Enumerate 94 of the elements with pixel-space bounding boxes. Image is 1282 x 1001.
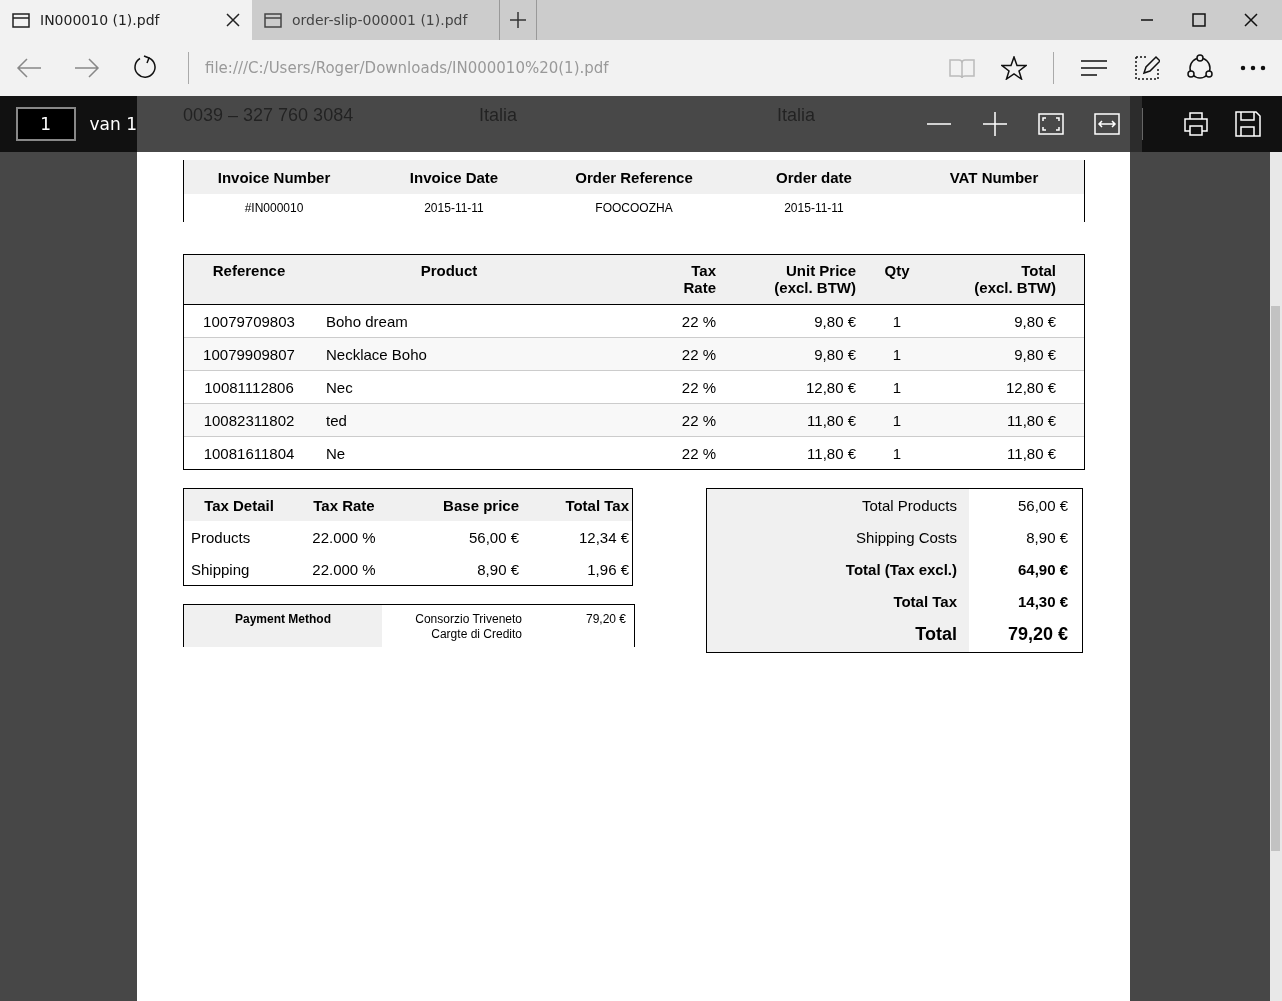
total-label: Shipping Costs — [856, 528, 957, 546]
table-cell-text: Nec — [325, 378, 354, 396]
table-cell-text: 22.000 % — [311, 528, 377, 546]
table-cell-text: 1 — [891, 411, 903, 429]
table-cell-text: 22 % — [680, 378, 717, 396]
table-cell-text: FOOCOOZHA — [594, 201, 674, 215]
tab-page-icon[interactable] — [12, 11, 30, 29]
payment-method: Cargte di Credito — [431, 627, 522, 642]
total-value: 14,30 € — [1016, 592, 1069, 610]
table-cell-text: 2015-11-11 — [423, 201, 485, 215]
table-cell-text: 10081112806 — [203, 378, 295, 396]
table-cell-text: 22 % — [680, 345, 717, 363]
table-cell-text: 10081611804 — [202, 444, 296, 462]
table-cell-text: Ne — [325, 444, 347, 462]
table-cell-text: 9,80 € — [813, 312, 857, 330]
total-label: Total — [915, 624, 957, 645]
table-cell-text: 22.000 % — [311, 560, 377, 578]
table-cell-text: 10079709803 — [202, 312, 296, 330]
table-cell-text: #IN000010 — [243, 201, 305, 215]
table-cell-text: ted — [325, 411, 348, 429]
column-header: Total Tax — [564, 496, 629, 514]
refresh-icon[interactable] — [132, 55, 158, 81]
column-header: Tax Detail — [203, 496, 275, 514]
payment-label: Payment Method — [184, 605, 382, 647]
print-icon[interactable] — [1183, 111, 1209, 137]
table-cell-text: 8,90 € — [476, 560, 519, 578]
table-cell-text: Necklace Boho — [325, 345, 428, 363]
column-header: Reference — [211, 262, 287, 281]
column-header: Tax Rate — [682, 262, 717, 298]
column-header: Order date — [775, 168, 853, 186]
close-icon[interactable] — [226, 13, 240, 27]
table-cell-text: 11,80 € — [1006, 411, 1057, 429]
column-header: Invoice Number — [216, 168, 332, 186]
tab-page-icon[interactable] — [264, 11, 282, 29]
table-cell-text: 56,00 € — [467, 528, 519, 546]
table-cell-text: Products — [190, 528, 252, 546]
column-header: Base price — [442, 496, 519, 514]
column-header: Total (excl. BTW) — [973, 262, 1057, 298]
table-cell-text: 22 % — [680, 411, 717, 429]
table-cell-text: 1 — [891, 444, 903, 462]
back-icon[interactable] — [16, 58, 42, 78]
table-cell-text: 9,80 € — [813, 345, 857, 363]
column-header: Qty — [883, 262, 911, 281]
total-value: 8,90 € — [1025, 528, 1069, 546]
column-header: VAT Number — [948, 168, 1040, 186]
table-cell-text: 11,80 € — [806, 411, 857, 429]
note-pen-icon[interactable] — [1134, 55, 1160, 81]
total-value: 56,00 € — [1016, 496, 1069, 514]
table-cell-text: Shipping — [190, 560, 251, 578]
table-cell-text: 11,80 € — [806, 444, 857, 462]
fit-page-icon[interactable] — [1038, 113, 1064, 135]
forward-icon[interactable] — [74, 58, 100, 78]
table-cell-text: 2015-11-11 — [783, 201, 845, 215]
close-icon[interactable] — [1244, 13, 1258, 27]
total-value: 64,90 € — [1016, 560, 1069, 578]
column-header: Invoice Date — [408, 168, 500, 186]
table-cell-text: 10079909807 — [202, 345, 296, 363]
plus-icon[interactable] — [509, 11, 527, 29]
column-header: Tax Rate — [312, 496, 376, 514]
total-label: Total Tax — [893, 592, 957, 610]
table-cell-text: 9,80 € — [1013, 345, 1057, 363]
table-cell-text: 11,80 € — [1006, 444, 1057, 462]
zoom-in-icon[interactable] — [982, 111, 1008, 137]
fit-width-icon[interactable] — [1094, 113, 1120, 135]
browser-tab[interactable]: IN000010 (1).pdf — [0, 0, 252, 40]
payment-method: Consorzio Triveneto — [415, 612, 522, 627]
column-header: Product — [419, 262, 479, 281]
star-icon[interactable] — [1001, 56, 1027, 80]
table-cell-text: 12,34 € — [577, 528, 629, 546]
page-number-field[interactable]: 1 — [16, 107, 76, 141]
column-header: Unit Price (excl. BTW) — [773, 262, 857, 298]
table-cell-text: Boho dream — [325, 312, 409, 330]
table-cell-text: 12,80 € — [1004, 378, 1057, 396]
table-cell-text: 1,96 € — [586, 560, 629, 578]
table-cell-text: 1 — [891, 378, 903, 396]
table-cell-text: 9,80 € — [1013, 312, 1057, 330]
column-header: Order Reference — [574, 168, 694, 186]
payment-amount: 79,20 € — [584, 611, 627, 628]
total-value: 79,20 € — [1006, 624, 1069, 645]
table-cell-text: 22 % — [680, 444, 717, 462]
table-cell-text: 1 — [891, 312, 903, 330]
share-icon[interactable] — [1186, 54, 1214, 82]
more-icon[interactable] — [1240, 65, 1266, 71]
save-icon[interactable] — [1235, 111, 1261, 137]
total-label: Total (Tax excl.) — [845, 560, 957, 578]
table-cell-text: 1 — [891, 345, 903, 363]
table-cell-text: 10082311802 — [202, 411, 296, 429]
maximize-icon[interactable] — [1192, 13, 1206, 27]
page-count: van 1 — [89, 114, 137, 134]
table-cell-text: 22 % — [680, 312, 717, 330]
table-cell-text: 12,80 € — [804, 378, 857, 396]
hub-icon[interactable] — [1080, 59, 1108, 77]
scrollbar-thumb[interactable] — [1271, 306, 1280, 851]
total-label: Total Products — [861, 496, 957, 514]
